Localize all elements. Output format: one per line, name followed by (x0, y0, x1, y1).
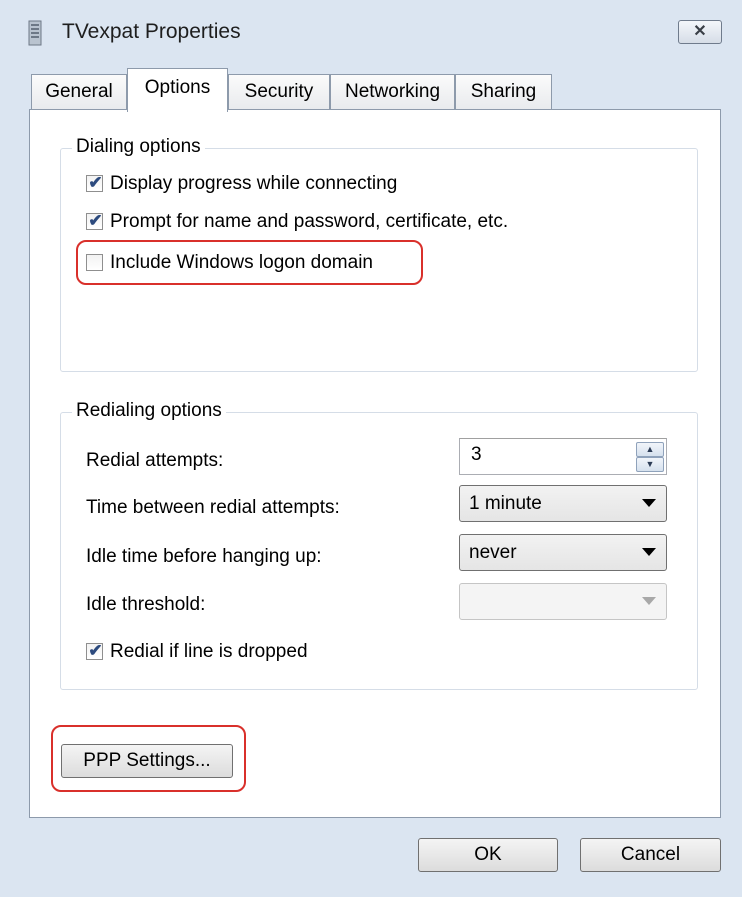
redial-if-dropped-checkbox[interactable]: ✔ (86, 641, 103, 660)
redial-if-dropped-label: Redial if line is dropped (110, 641, 308, 662)
display-progress-label: Display progress while connecting (110, 173, 398, 194)
checkmark-icon: ✔ (88, 641, 103, 660)
idle-time-label: Idle time before hanging up: (86, 546, 322, 567)
checkmark-icon: ✔ (88, 173, 103, 192)
ok-button[interactable]: OK (418, 838, 558, 872)
time-between-value: 1 minute (469, 493, 542, 514)
chevron-down-icon (642, 548, 656, 556)
properties-dialog: TVexpat Properties ✕ General Options Sec… (0, 0, 742, 897)
spin-down-button[interactable]: ▼ (636, 457, 664, 472)
close-button[interactable]: ✕ (678, 20, 722, 44)
prompt-credentials-checkbox[interactable]: ✔ (86, 211, 103, 230)
redial-attempts-label: Redial attempts: (86, 450, 224, 471)
time-between-label: Time between redial attempts: (86, 497, 340, 518)
idle-threshold-label: Idle threshold: (86, 594, 206, 615)
redial-attempts-spinner[interactable]: 3 ▲ ▼ (459, 438, 667, 475)
prompt-credentials-label: Prompt for name and password, certificat… (110, 211, 509, 232)
title-bar: TVexpat Properties ✕ (0, 0, 742, 66)
tab-security[interactable]: Security (228, 74, 330, 110)
redialing-options-label: Redialing options (72, 400, 226, 422)
tab-general[interactable]: General (31, 74, 127, 110)
spin-up-button[interactable]: ▲ (636, 442, 664, 457)
window-title: TVexpat Properties (62, 20, 241, 43)
tab-sharing[interactable]: Sharing (455, 74, 552, 110)
cancel-button[interactable]: Cancel (580, 838, 721, 872)
idle-time-select[interactable]: never (459, 534, 667, 571)
dialing-options-label: Dialing options (72, 136, 205, 158)
idle-threshold-select[interactable] (459, 583, 667, 620)
checkmark-icon: ✔ (88, 211, 103, 230)
chevron-down-icon (642, 499, 656, 507)
redial-attempts-value[interactable]: 3 (471, 444, 482, 466)
display-progress-checkbox[interactable]: ✔ (86, 173, 103, 192)
idle-time-value: never (469, 542, 517, 563)
network-connection-icon (28, 20, 42, 46)
highlight-logon-domain (76, 240, 423, 285)
highlight-ppp-settings (51, 725, 246, 792)
tab-networking[interactable]: Networking (330, 74, 455, 110)
time-between-select[interactable]: 1 minute (459, 485, 667, 522)
tab-options[interactable]: Options (127, 68, 228, 112)
chevron-down-icon (642, 597, 656, 605)
